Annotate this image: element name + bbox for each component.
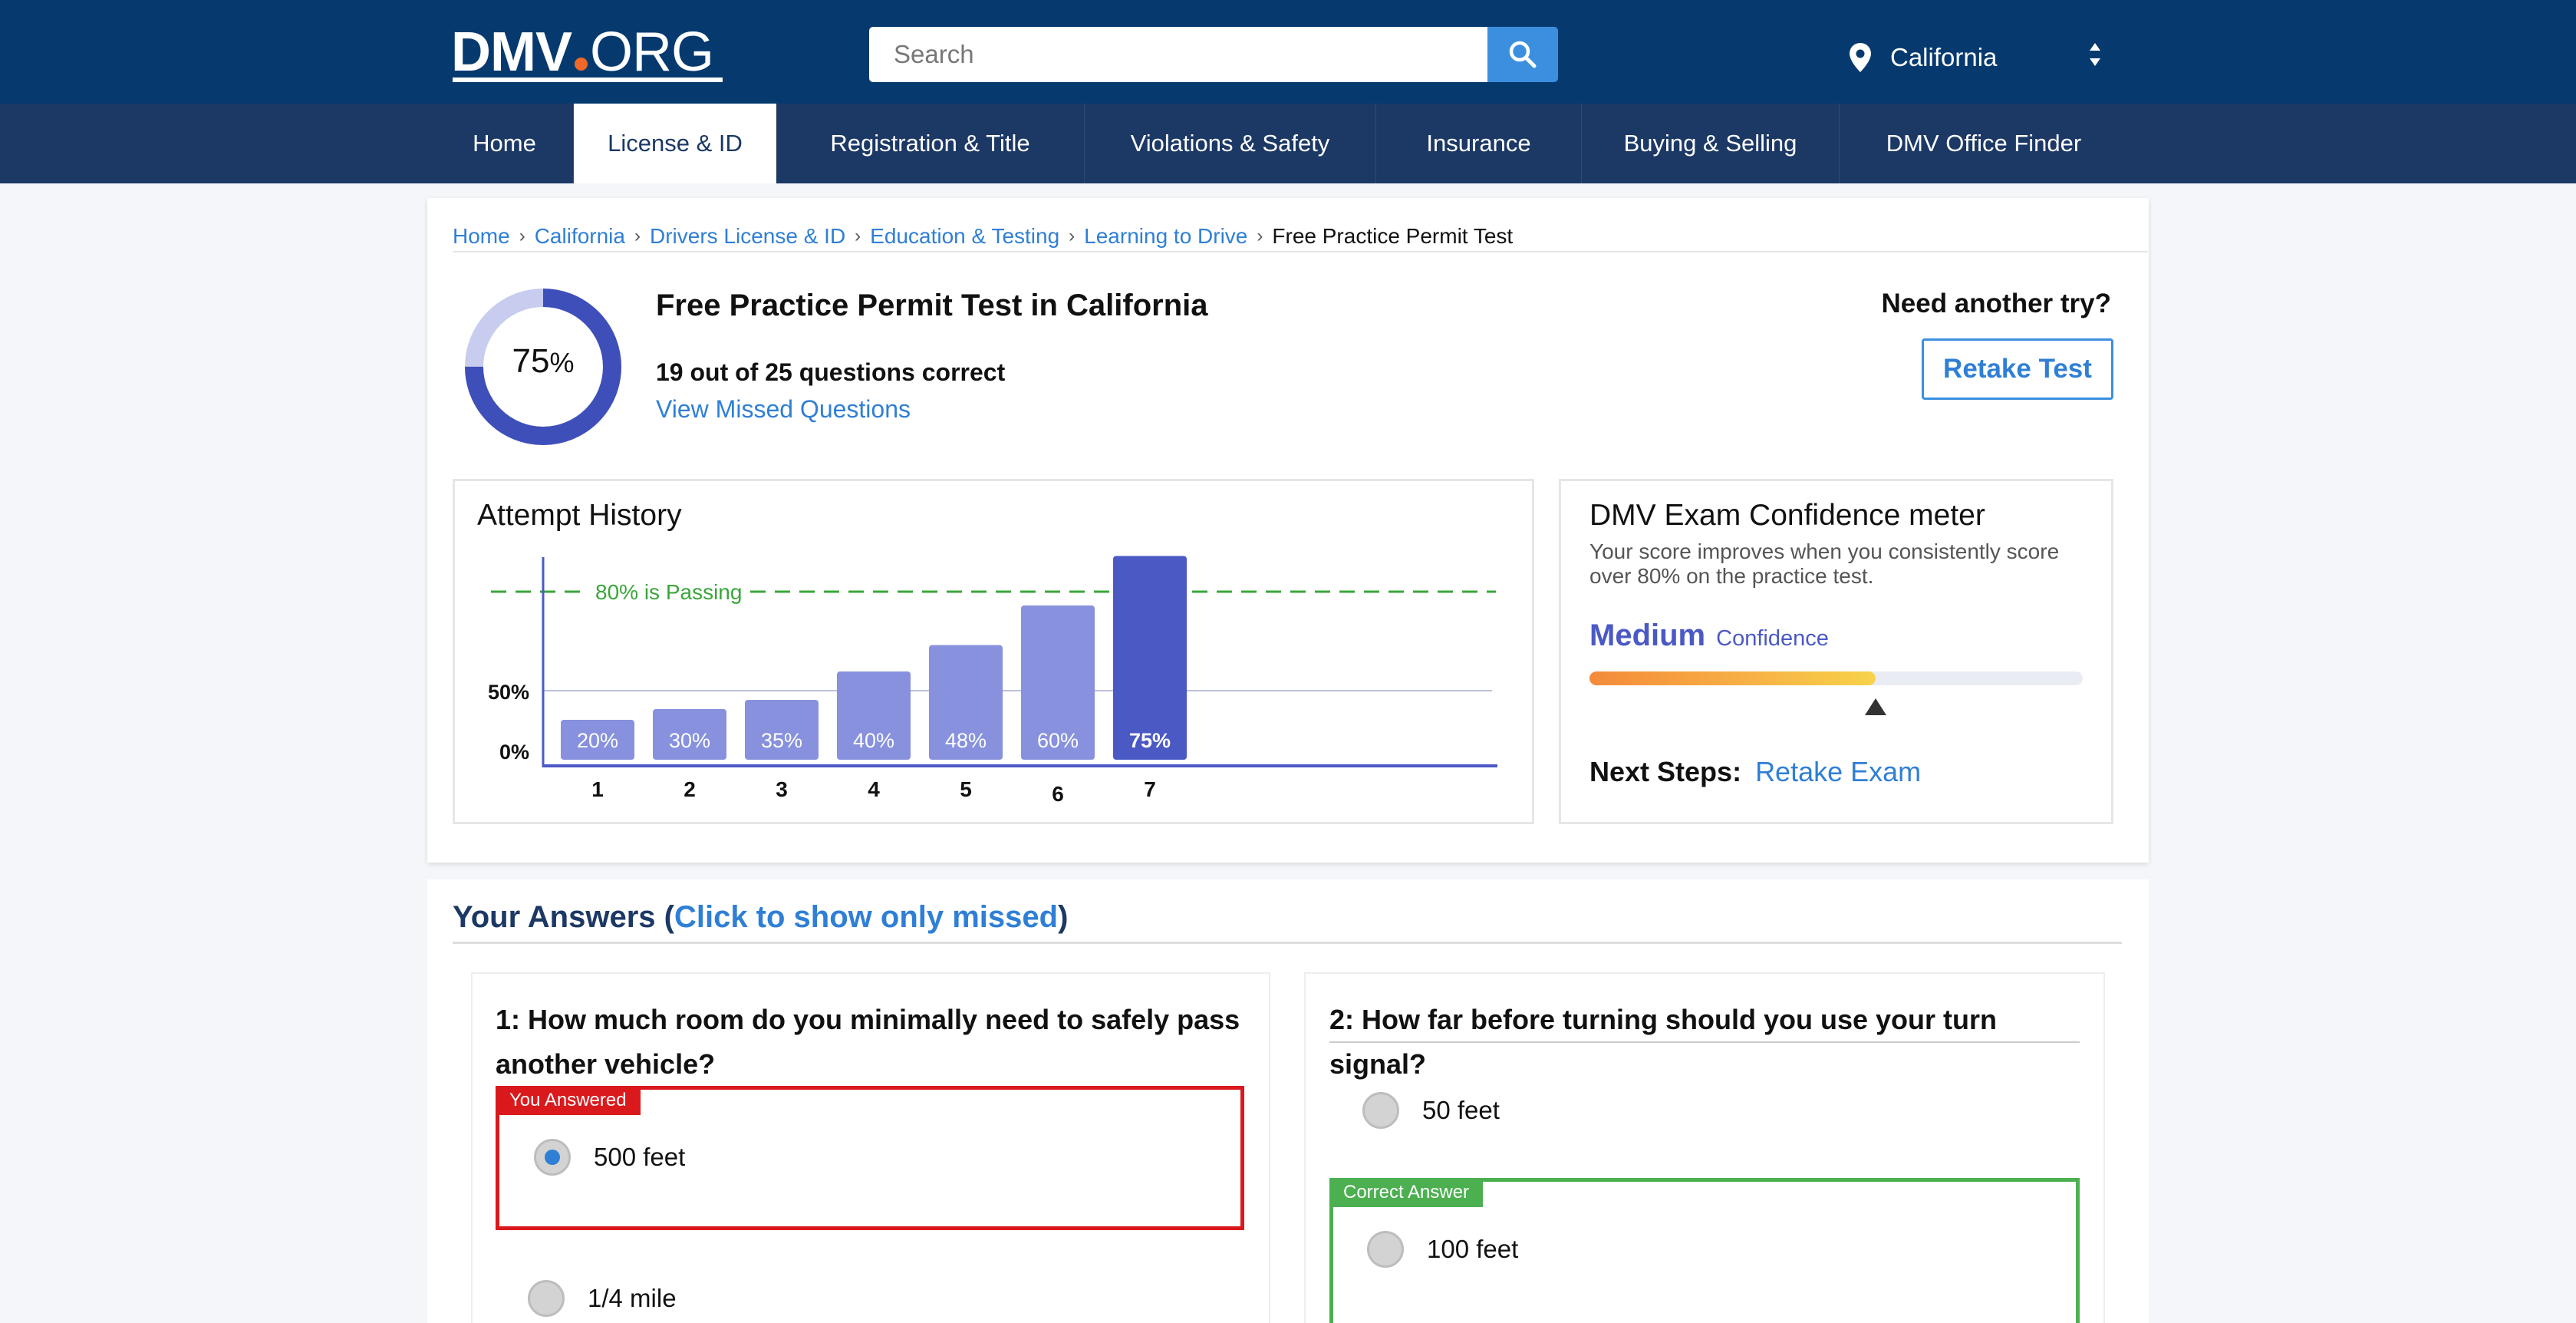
score-percentage: 75% (462, 342, 624, 381)
option-label: 500 feet (594, 1143, 686, 1171)
confidence-meter (1589, 671, 2083, 685)
breadcrumb-separator: › (519, 226, 525, 246)
dmv-logo[interactable]: DMV ORG (451, 20, 714, 84)
confidence-level-label: Confidence (1716, 626, 1829, 651)
breadcrumb-separator: › (1257, 226, 1263, 246)
option-label: 1/4 mile (588, 1284, 677, 1312)
score-value: 75 (512, 342, 550, 380)
nav-item-dmv-office-finder[interactable]: DMV Office Finder (1840, 104, 2128, 183)
retake-test-button[interactable]: Retake Test (1922, 338, 2113, 400)
option-label: 100 feet (1427, 1235, 1519, 1263)
logo-main-text: DMV (451, 21, 572, 83)
correct-answer-tag: Correct Answer (1329, 1178, 1484, 1207)
nav-item-buying-selling[interactable]: Buying & Selling (1582, 104, 1840, 183)
you-answered-tag: You Answered (496, 1086, 641, 1115)
radio-icon[interactable] (528, 1280, 565, 1317)
next-steps: Next Steps: Retake Exam (1589, 756, 1921, 788)
breadcrumb-california[interactable]: California (535, 224, 625, 249)
answers-heading: Your Answers (Click to show only missed) (453, 900, 1068, 935)
view-missed-questions-link[interactable]: View Missed Questions (656, 395, 911, 424)
radio-icon[interactable] (1362, 1092, 1399, 1129)
breadcrumb-separator: › (634, 226, 641, 246)
breadcrumb-separator: › (1069, 226, 1076, 246)
confidence-marker-icon (1864, 698, 1886, 715)
answers-heading-close: ) (1058, 900, 1069, 934)
show-only-missed-link[interactable]: Click to show only missed (674, 900, 1058, 934)
breadcrumb: Home › California › Drivers License & ID… (453, 221, 1513, 252)
location-pin-icon (1850, 43, 1871, 72)
breadcrumb-drivers-license[interactable]: Drivers License & ID (650, 224, 845, 249)
retake-exam-link[interactable]: Retake Exam (1755, 756, 1921, 788)
site-header: DMV ORG California (0, 0, 2576, 104)
breadcrumb-current: Free Practice Permit Test (1272, 224, 1514, 248)
breadcrumb-learning-to-drive[interactable]: Learning to Drive (1084, 224, 1247, 249)
result-score-text: 19 out of 25 questions correct (656, 358, 1006, 386)
answers-divider (453, 942, 2122, 944)
main-nav: Home License & ID Registration & Title V… (0, 104, 2576, 183)
option-label: 50 feet (1422, 1096, 1500, 1124)
question-2-underline (1329, 1041, 2080, 1043)
search-button[interactable] (1487, 27, 1558, 82)
attempt-history-title: Attempt History (477, 499, 682, 532)
radio-selected-icon[interactable] (534, 1139, 571, 1176)
next-steps-label: Next Steps: (1589, 756, 1742, 787)
nav-item-insurance[interactable]: Insurance (1376, 104, 1582, 183)
confidence-meter-fill (1589, 671, 1876, 685)
result-title: Free Practice Permit Test in California (656, 289, 1208, 322)
breadcrumb-divider (453, 251, 2148, 252)
confidence-title: DMV Exam Confidence meter (1589, 499, 1985, 532)
nav-item-registration-title[interactable]: Registration & Title (776, 104, 1085, 183)
retry-question: Need another try? (1881, 289, 2112, 318)
state-selector[interactable]: California (1849, 31, 2102, 84)
logo-suffix-text: ORG (590, 21, 714, 83)
logo-underline (453, 78, 723, 82)
radio-icon[interactable] (1367, 1231, 1404, 1268)
search-bar (869, 27, 1558, 82)
confidence-subtitle: Your score improves when you consistentl… (1589, 539, 2060, 588)
nav-item-home[interactable]: Home (436, 104, 574, 183)
state-selector-label: California (1890, 43, 1998, 71)
answers-heading-text: Your Answers ( (453, 900, 674, 934)
question-2-option-correct[interactable]: 100 feet (1367, 1231, 1518, 1268)
nav-item-license-id[interactable]: License & ID (574, 104, 776, 183)
confidence-level-value: Medium (1589, 619, 1706, 652)
confidence-level: Medium Confidence (1589, 619, 1829, 653)
logo-dot (575, 58, 588, 71)
question-1-option-selected[interactable]: 500 feet (534, 1139, 685, 1176)
question-1-option[interactable]: 1/4 mile (528, 1280, 677, 1317)
nav-item-violations-safety[interactable]: Violations & Safety (1085, 104, 1376, 183)
breadcrumb-separator: › (855, 226, 861, 246)
search-input[interactable] (869, 27, 1487, 82)
nav-items: Home License & ID Registration & Title V… (436, 104, 2128, 183)
select-arrows-icon (2090, 43, 2100, 66)
breadcrumb-education-testing[interactable]: Education & Testing (870, 224, 1059, 249)
question-1-text: 1: How much room do you minimally need t… (496, 1004, 1240, 1080)
search-icon (1509, 41, 1537, 68)
question-2-option[interactable]: 50 feet (1362, 1092, 1500, 1129)
score-percent-sign: % (549, 347, 575, 378)
breadcrumb-home[interactable]: Home (453, 224, 510, 249)
